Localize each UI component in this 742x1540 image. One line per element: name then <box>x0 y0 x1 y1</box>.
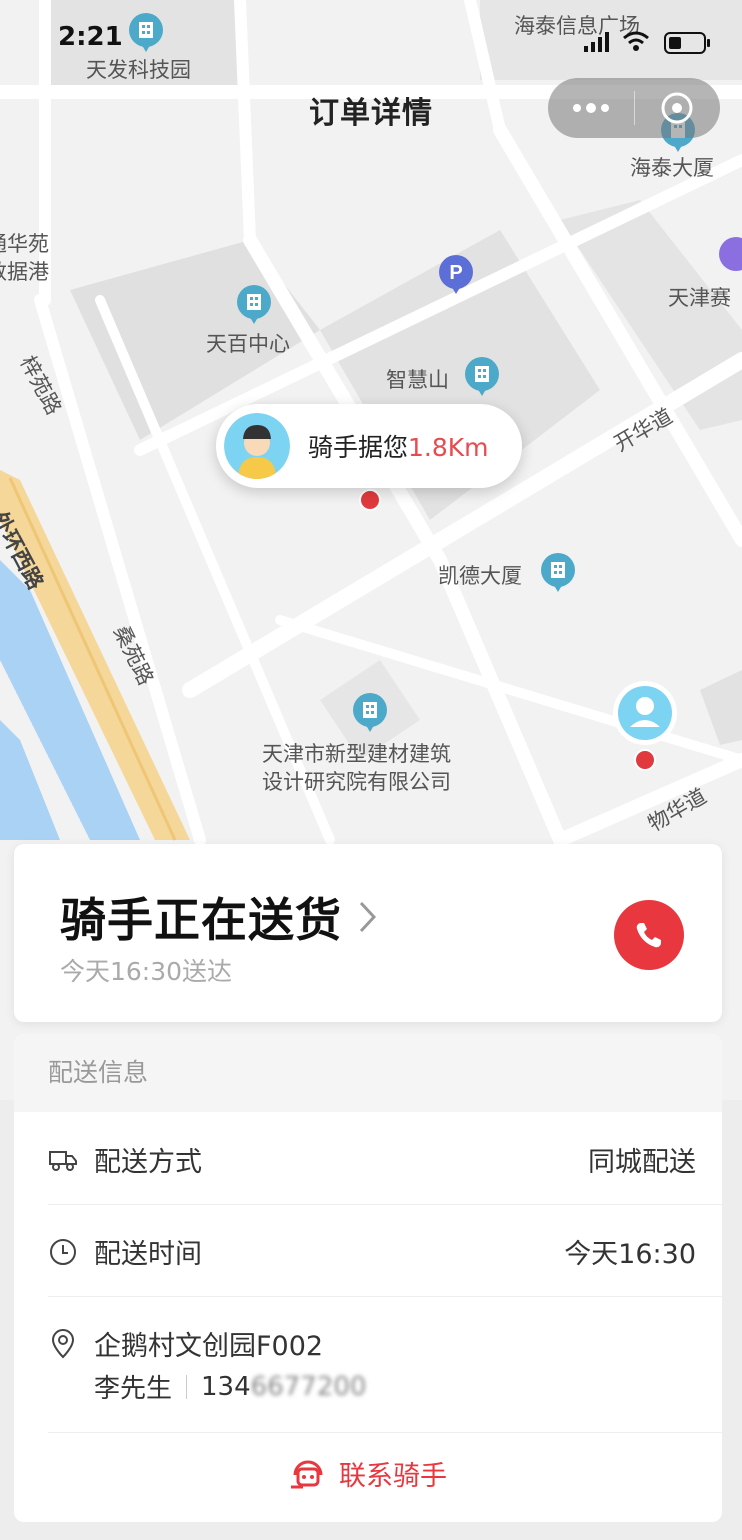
rider-avatar <box>224 413 290 479</box>
rider-distance-prefix: 骑手据您 <box>308 433 409 462</box>
delivery-method-row: 配送方式 同城配送 <box>48 1140 696 1179</box>
recipient-phone: 134 <box>201 1371 251 1402</box>
contact-rider-button[interactable]: 联系骑手 <box>14 1454 722 1493</box>
status-time: 2:21 <box>58 22 123 52</box>
delivery-status-title: 骑手正在送货 <box>60 893 342 947</box>
chevron-right-icon <box>359 901 377 933</box>
building-poi-icon <box>464 356 500 396</box>
more-button[interactable] <box>548 78 634 138</box>
row-divider <box>48 1296 722 1297</box>
building-poi-icon <box>540 552 576 592</box>
map-label-huayuan: 通华苑 <box>0 232 49 256</box>
rider-distance-value: 1.8Km <box>408 433 489 462</box>
map-label-haitai-building: 海泰大厦 <box>630 156 714 180</box>
recipient-name: 李先生 <box>94 1374 173 1404</box>
delivery-address: 企鹅村文创园F002 <box>94 1331 324 1362</box>
rider-distance-bubble[interactable]: 骑手据您1.8Km <box>216 404 522 488</box>
wifi-icon <box>622 30 650 56</box>
delivery-status-link[interactable]: 骑手正在送货 <box>60 884 380 950</box>
map-label-jiancai-1: 天津市新型建材建筑 <box>262 742 451 766</box>
delivery-method-value: 同城配送 <box>588 1147 696 1178</box>
call-rider-button[interactable] <box>614 900 684 970</box>
clock-icon <box>48 1237 78 1267</box>
target-icon <box>661 92 693 124</box>
rider-distance-text: 骑手据您1.8Km <box>308 428 489 464</box>
rider-location-pin <box>358 488 382 518</box>
parking-poi-icon: P <box>438 254 474 294</box>
more-dots-icon <box>572 103 609 113</box>
delivery-info-card: 配送信息 配送方式 同城配送 配送时间 今天16:30 企鹅村文创园F002 李… <box>14 1034 722 1522</box>
row-divider <box>48 1204 722 1205</box>
miniprogram-capsule <box>548 78 720 138</box>
battery-icon <box>664 32 712 58</box>
delivery-time-row: 配送时间 今天16:30 <box>48 1232 696 1271</box>
signal-icon <box>584 32 610 56</box>
map-label-jiancai-2: 设计研究院有限公司 <box>262 770 451 794</box>
close-miniprogram-button[interactable] <box>635 78 721 138</box>
location-pin-icon <box>48 1328 78 1359</box>
delivery-info-header: 配送信息 <box>14 1034 722 1112</box>
delivery-time-value: 今天16:30 <box>564 1239 696 1270</box>
svg-text:P: P <box>449 262 462 284</box>
contact-separator <box>186 1374 188 1399</box>
delivery-eta: 今天16:30送达 <box>60 957 233 986</box>
recipient-phone-masked: 6677200 <box>250 1371 367 1402</box>
phone-icon <box>636 923 661 948</box>
building-poi-icon <box>352 692 388 732</box>
status-bar: 2:21 <box>0 0 742 80</box>
truck-icon <box>48 1145 78 1175</box>
recipient-location-pin <box>610 680 680 776</box>
headset-icon <box>291 1460 323 1488</box>
recipient-contact: 李先生 134 6677200 <box>94 1368 366 1405</box>
row-divider <box>48 1432 722 1433</box>
building-poi-icon <box>236 284 272 324</box>
delivery-time-label: 配送时间 <box>94 1239 202 1270</box>
delivery-method-label: 配送方式 <box>94 1147 202 1178</box>
delivery-address-row: 企鹅村文创园F002 <box>48 1324 696 1363</box>
map-label-tianjin-sai: 天津赛 <box>668 286 731 310</box>
map-label-kaide: 凯德大厦 <box>438 564 522 588</box>
map-label-shujugang: 数据港 <box>0 260 49 284</box>
map-label-tianbai: 天百中心 <box>206 332 290 356</box>
venue-poi-icon <box>718 236 742 272</box>
delivery-status-card: 骑手正在送货 今天16:30送达 <box>14 844 722 1022</box>
contact-rider-label: 联系骑手 <box>339 1461 447 1492</box>
map-label-zhihuishan: 智慧山 <box>386 368 449 392</box>
